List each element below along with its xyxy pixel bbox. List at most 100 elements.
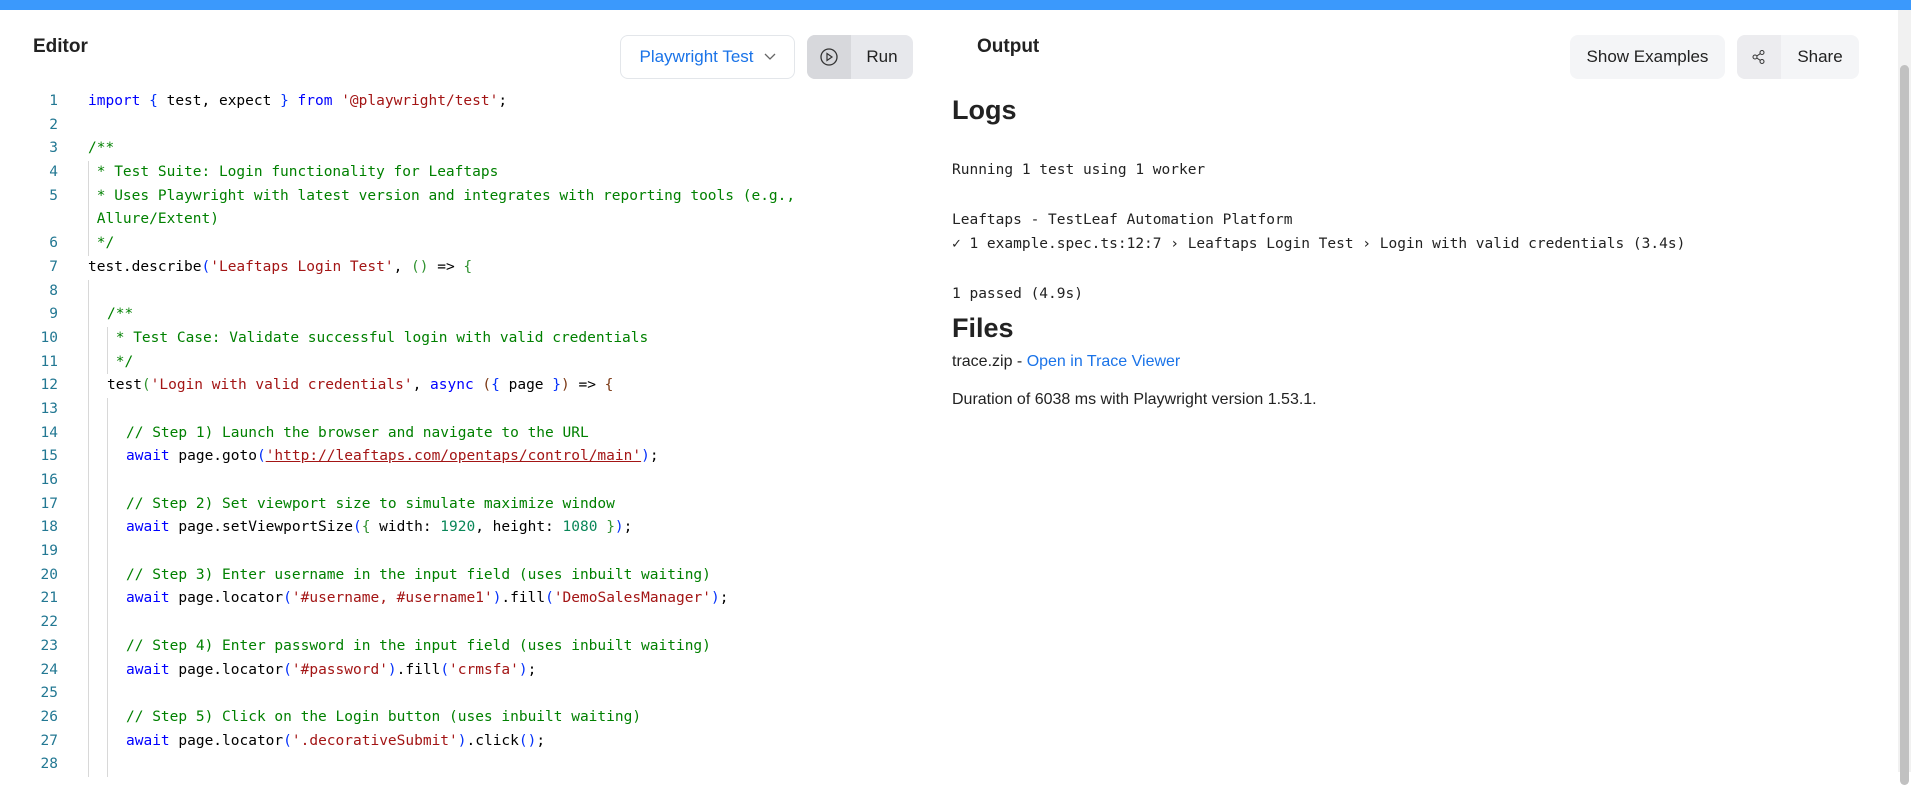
code-token: { — [149, 93, 158, 109]
code-token: ; — [649, 448, 659, 465]
run-label: Run — [866, 47, 898, 66]
code-token: // Step 2) Set viewport size to simulate… — [126, 495, 615, 512]
code-token: ) — [387, 661, 397, 678]
code-token: 1920 — [440, 519, 476, 536]
open-trace-viewer-link[interactable]: Open in Trace Viewer — [1027, 353, 1181, 370]
code-line: 9 /** — [0, 303, 930, 327]
code-text: * Uses Playwright with latest version an… — [88, 184, 796, 209]
line-number: 20 — [40, 566, 58, 583]
language-select[interactable]: Playwright Test — [620, 35, 795, 79]
code-token: ) — [710, 590, 720, 607]
code-text — [88, 540, 126, 564]
code-token: ) — [518, 661, 528, 678]
code-line: 7 test.describe('Leaftaps Login Test', ()… — [0, 256, 930, 280]
code-line: 14 // Step 1) Launch the browser and navi… — [0, 421, 930, 446]
code-text: test.describe('Leaftaps Login Test', () … — [88, 256, 472, 280]
line-number: 18 — [40, 519, 58, 536]
indent-guide — [88, 540, 89, 564]
code-token: .click — [466, 732, 519, 749]
code-token: 'Leaftaps Login Test' — [210, 258, 394, 275]
indent-guide — [107, 445, 108, 469]
code-editor[interactable]: 1 import { test, expect } from '@playwrig… — [0, 90, 930, 777]
indent-guide — [107, 611, 108, 635]
line-number: 16 — [40, 472, 58, 488]
code-token: page.locator — [169, 732, 284, 749]
code-token: .fill — [396, 661, 441, 678]
log-line: Leaftaps - TestLeaf Automation Platform — [952, 212, 1293, 228]
code-token: 'Login with valid credentials' — [150, 377, 413, 394]
code-token: ( — [283, 661, 292, 678]
code-text — [88, 753, 126, 777]
code-token: '@playwright/test' — [341, 93, 499, 109]
code-token: ( — [256, 448, 266, 465]
indent-guide — [88, 421, 89, 446]
line-number: 24 — [40, 661, 58, 678]
indent-guide — [88, 611, 89, 635]
code-token: width: — [370, 519, 441, 536]
indent-guide — [107, 350, 108, 375]
files-heading: Files — [952, 313, 1014, 343]
line-number: 2 — [49, 116, 58, 133]
indent-guide — [88, 232, 89, 256]
run-button[interactable]: Run — [807, 35, 913, 79]
line-number: 13 — [40, 400, 58, 417]
indent-guide — [88, 492, 89, 517]
line-number: 6 — [49, 235, 58, 252]
code-token: 1080 — [562, 519, 598, 536]
code-token: /** — [88, 140, 115, 157]
code-text — [88, 682, 126, 706]
code-line: 23 // Step 4) Enter password in the input… — [0, 634, 930, 659]
code-token: ( — [283, 732, 292, 749]
code-token: await — [126, 590, 170, 607]
indent-guide — [88, 634, 89, 659]
show-examples-button[interactable]: Show Examples — [1570, 35, 1725, 79]
code-line: 25 — [0, 682, 930, 706]
indent-guide — [107, 587, 108, 612]
indent-guide — [88, 516, 89, 541]
line-number: 8 — [49, 282, 58, 299]
code-token: * Uses Playwright with latest version an… — [88, 187, 796, 204]
code-text: */ — [88, 350, 133, 375]
indent-guide — [107, 469, 108, 493]
code-token: * Test Suite: Login functionality for Le… — [88, 164, 499, 181]
code-token: // Step 1) Launch the browser and naviga… — [126, 424, 589, 441]
indent-guide — [88, 753, 89, 777]
line-number: 10 — [40, 329, 58, 346]
code-line: 22 — [0, 611, 930, 635]
indent-guide — [107, 682, 108, 706]
scrollbar-thumb[interactable] — [1900, 65, 1909, 785]
code-text: // Step 4) Enter password in the input f… — [88, 634, 711, 659]
code-text: await page.locator('#password').fill('cr… — [88, 658, 536, 683]
code-line: 24 await page.locator('#password').fill('… — [0, 658, 930, 683]
code-token: await — [126, 448, 170, 465]
line-number — [0, 208, 88, 232]
code-token: ; — [719, 590, 729, 607]
indent-guide — [88, 279, 89, 304]
code-text: /** — [88, 137, 114, 161]
log-line: ✓ 1 example.spec.ts:12:7 › Leaftaps Logi… — [952, 236, 1686, 252]
code-token: 'crmsfa' — [449, 661, 519, 678]
code-line: 16 — [0, 469, 930, 493]
code-line: 17 // Step 2) Set viewport size to simula… — [0, 492, 930, 517]
share-button[interactable]: Share — [1737, 35, 1859, 79]
code-token: from — [297, 93, 333, 109]
line-number: 9 — [49, 306, 58, 323]
code-text: // Step 2) Set viewport size to simulate… — [88, 492, 615, 517]
code-token: '.decorativeSubmit' — [291, 732, 458, 749]
code-token: */ — [88, 235, 115, 252]
code-token: await — [126, 519, 170, 536]
line-number: 28 — [40, 756, 58, 773]
code-text: await page.locator('#username, #username… — [88, 587, 729, 612]
line-number: 14 — [40, 424, 58, 441]
code-token: ) — [561, 377, 570, 394]
code-token: { — [463, 258, 473, 275]
code-text: await page.goto('http://leaftaps.com/ope… — [88, 445, 659, 469]
code-line: 6 */ — [0, 232, 930, 256]
code-token: ) — [457, 732, 467, 749]
scrollbar[interactable] — [1898, 10, 1911, 785]
line-number: 12 — [40, 377, 58, 394]
indent-guide — [88, 374, 89, 398]
code-text: Allure/Extent) — [88, 208, 219, 233]
